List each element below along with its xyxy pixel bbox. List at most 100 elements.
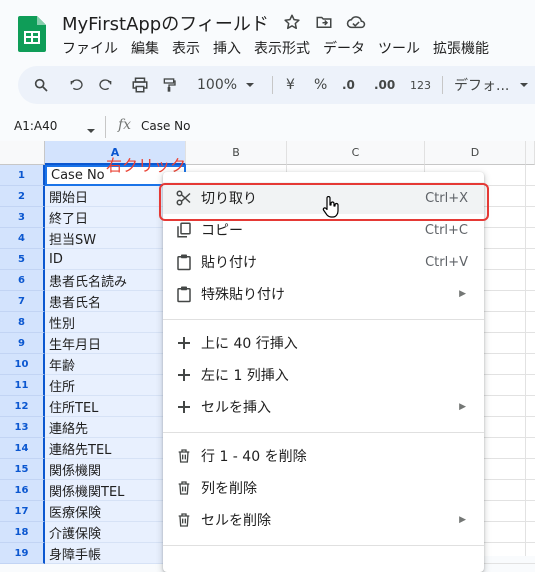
- column-header-d[interactable]: D: [425, 141, 526, 165]
- row-header[interactable]: 7: [0, 291, 45, 312]
- toolbar-divider: [272, 76, 273, 94]
- menu-format[interactable]: 表示形式: [254, 38, 310, 58]
- document-title[interactable]: MyFirstAppのフィールド: [62, 10, 269, 36]
- row-header[interactable]: 17: [0, 501, 45, 522]
- menu-extensions[interactable]: 拡張機能: [433, 38, 489, 58]
- row-header[interactable]: 6: [0, 270, 45, 291]
- submenu-arrow-icon: ▶: [459, 402, 466, 412]
- menu-edit[interactable]: 編集: [131, 38, 159, 58]
- menu-item-label: セルを挿入: [201, 400, 271, 416]
- menu-view[interactable]: 表示: [172, 38, 200, 58]
- print-icon[interactable]: [131, 66, 149, 104]
- row-header[interactable]: 8: [0, 312, 45, 333]
- trash-icon: [175, 479, 193, 497]
- row-header[interactable]: 2: [0, 186, 45, 207]
- row-header[interactable]: 5: [0, 249, 45, 270]
- row-header[interactable]: 11: [0, 375, 45, 396]
- trash-icon: [175, 511, 193, 529]
- column-header-e[interactable]: [526, 141, 535, 165]
- undo-icon[interactable]: [68, 66, 84, 104]
- row-header[interactable]: 9: [0, 333, 45, 354]
- menu-item-label: 行 1 - 40 を削除: [201, 449, 307, 465]
- row-header[interactable]: 14: [0, 438, 45, 459]
- trash-icon: [175, 447, 193, 465]
- name-box-dropdown-icon[interactable]: [86, 121, 96, 140]
- submenu-arrow-icon: ▶: [459, 515, 466, 525]
- menu-item-paste-special[interactable]: 特殊貼り付け ▶: [163, 278, 484, 310]
- redo-icon[interactable]: [98, 66, 114, 104]
- column-header-b[interactable]: B: [186, 141, 287, 165]
- percent-label: %: [314, 77, 328, 93]
- submenu-arrow-icon: ▶: [459, 289, 466, 299]
- sheets-logo-icon[interactable]: [18, 16, 46, 52]
- row-header[interactable]: 3: [0, 207, 45, 228]
- menu-insert[interactable]: 挿入: [213, 38, 241, 58]
- search-menus-icon[interactable]: [33, 66, 49, 104]
- number-format-label: 123: [410, 78, 431, 92]
- decrease-decimal-button[interactable]: .0: [342, 66, 355, 104]
- currency-label: ¥: [286, 77, 295, 93]
- increase-decimal-button[interactable]: .00: [374, 66, 395, 104]
- decrease-decimal-label: .0: [342, 78, 355, 92]
- move-folder-icon[interactable]: [313, 11, 335, 33]
- menu-item-label: 上に 40 行挿入: [201, 336, 298, 352]
- fx-icon: fx: [118, 117, 132, 133]
- zoom-value: 100%: [197, 77, 238, 93]
- hand-cursor-icon: [322, 195, 340, 222]
- menu-item-label: 特殊貼り付け: [201, 287, 285, 303]
- select-all-corner[interactable]: [0, 141, 45, 165]
- shortcut-label: Ctrl+C: [424, 222, 468, 238]
- formula-divider: [105, 116, 106, 138]
- chevron-down-icon: [520, 83, 529, 87]
- name-box[interactable]: A1:A40: [14, 119, 57, 133]
- menu-item-label: コピー: [201, 223, 243, 239]
- row-header[interactable]: 13: [0, 417, 45, 438]
- row-header[interactable]: 15: [0, 459, 45, 480]
- menu-divider: [163, 432, 484, 433]
- menu-item-delete-rows[interactable]: 行 1 - 40 を削除: [163, 440, 484, 472]
- menu-item-insert-cells[interactable]: セルを挿入 ▶: [163, 391, 484, 423]
- row-header[interactable]: 10: [0, 354, 45, 375]
- row-header[interactable]: 12: [0, 396, 45, 417]
- zoom-select[interactable]: 100%: [197, 66, 255, 104]
- menu-item-label: 左に 1 列挿入: [201, 368, 289, 384]
- row-header[interactable]: 16: [0, 480, 45, 501]
- more-formats-button[interactable]: 123: [410, 66, 431, 104]
- clipboard-icon: [175, 285, 193, 303]
- font-select[interactable]: デフォ...: [454, 66, 529, 104]
- menu-file[interactable]: ファイル: [62, 38, 118, 58]
- menu-item-delete-cells[interactable]: セルを削除 ▶: [163, 504, 484, 536]
- formula-input[interactable]: Case No: [141, 119, 191, 133]
- copy-icon: [175, 221, 193, 239]
- font-name: デフォ...: [454, 78, 510, 94]
- menu-item-paste[interactable]: 貼り付け Ctrl+V: [163, 246, 484, 278]
- menu-item-label: 貼り付け: [201, 255, 257, 271]
- grid-line: [525, 165, 526, 556]
- row-header[interactable]: 19: [0, 543, 45, 564]
- paint-format-icon[interactable]: [161, 66, 177, 104]
- menu-divider: [163, 545, 484, 546]
- menu-data[interactable]: データ: [323, 38, 365, 58]
- menu-bar: ファイル 編集 表示 挿入 表示形式 データ ツール 拡張機能: [62, 38, 502, 58]
- currency-format-button[interactable]: ¥: [286, 66, 295, 104]
- context-menu: 切り取り Ctrl+X コピー Ctrl+C 貼り付け Ctrl+V 特殊貼り付…: [163, 172, 484, 572]
- row-header[interactable]: 18: [0, 522, 45, 543]
- star-icon[interactable]: [281, 11, 303, 33]
- menu-tools[interactable]: ツール: [378, 38, 420, 58]
- plus-icon: [175, 398, 193, 416]
- cloud-saved-icon[interactable]: [345, 11, 367, 33]
- plus-icon: [175, 366, 193, 384]
- clipboard-icon: [175, 253, 193, 271]
- column-header-c[interactable]: C: [287, 141, 425, 165]
- shortcut-label: Ctrl+V: [425, 254, 468, 270]
- menu-divider: [163, 319, 484, 320]
- menu-item-label: 列を削除: [201, 481, 257, 497]
- row-header[interactable]: 4: [0, 228, 45, 249]
- toolbar: 100% ¥ % .0 .00 123 デフォ...: [18, 66, 535, 104]
- menu-item-label: セルを削除: [201, 513, 271, 529]
- menu-item-delete-column[interactable]: 列を削除: [163, 472, 484, 504]
- menu-item-insert-rows[interactable]: 上に 40 行挿入: [163, 327, 484, 359]
- row-header[interactable]: 1: [0, 165, 45, 186]
- menu-item-insert-column[interactable]: 左に 1 列挿入: [163, 359, 484, 391]
- percent-format-button[interactable]: %: [314, 66, 327, 104]
